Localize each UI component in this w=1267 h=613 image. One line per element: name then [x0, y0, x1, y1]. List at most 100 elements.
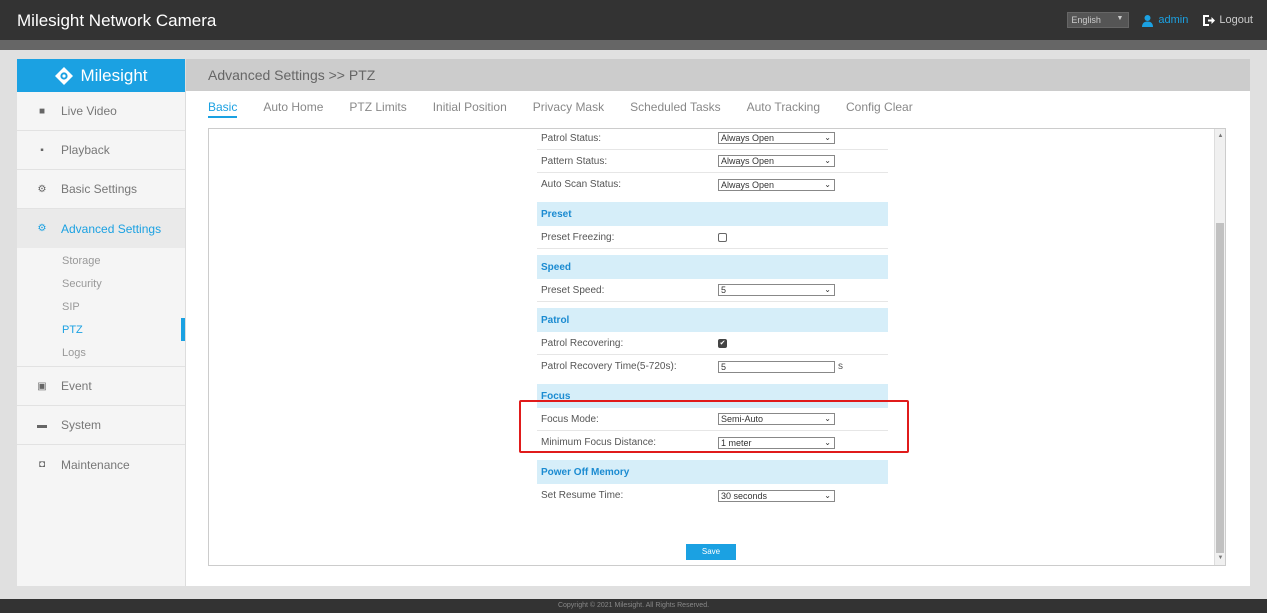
- logout-label: Logout: [1219, 14, 1253, 26]
- preset-freezing-checkbox[interactable]: [718, 232, 727, 242]
- chevron-down-icon: ⌄: [824, 156, 831, 165]
- sidebar-item-basic-settings[interactable]: ⚙ Basic Settings: [17, 170, 185, 209]
- patrol-recovering-checkbox[interactable]: ✔: [718, 338, 727, 348]
- field-label: Preset Freezing:: [541, 231, 615, 243]
- field-label: Focus Mode:: [541, 413, 599, 425]
- user-link[interactable]: admin: [1141, 14, 1188, 27]
- field-label: Patrol Recovering:: [541, 337, 624, 349]
- pattern-status-select[interactable]: Always Open ⌄: [718, 155, 835, 167]
- tab-config-clear[interactable]: Config Clear: [846, 100, 913, 118]
- sidebar-subitem-logs[interactable]: Logs: [17, 341, 185, 364]
- top-sub-bar: [0, 40, 1267, 50]
- focus-mode-select[interactable]: Semi-Auto ⌄: [718, 413, 835, 425]
- minimum-focus-distance-select[interactable]: 1 meter ⌄: [718, 436, 835, 449]
- section-speed: Speed: [537, 255, 888, 279]
- sidebar-item-label: Basic Settings: [61, 182, 138, 196]
- sidebar-item-playback[interactable]: ▪ Playback: [17, 131, 185, 170]
- patrol-status-select[interactable]: Always Open ⌄: [718, 132, 835, 144]
- field-label: Preset Speed:: [541, 284, 605, 296]
- language-value: English: [1071, 15, 1101, 25]
- vertical-scrollbar[interactable]: ▲ ▼: [1214, 129, 1225, 565]
- monitor-icon: ▬: [37, 419, 47, 431]
- logout-icon: [1203, 14, 1216, 26]
- select-value: 30 seconds: [721, 490, 768, 501]
- scroll-up-arrow-icon[interactable]: ▲: [1216, 131, 1225, 141]
- sidebar-item-label: System: [61, 418, 102, 432]
- tab-basic[interactable]: Basic: [208, 100, 238, 118]
- scroll-thumb[interactable]: [1216, 223, 1224, 553]
- tab-initial-position[interactable]: Initial Position: [433, 100, 507, 118]
- select-value: Always Open: [721, 179, 775, 190]
- form-row-patrol-recovery-time: Patrol Recovery Time(5-720s): 5 s: [537, 355, 888, 378]
- save-button[interactable]: Save: [686, 544, 736, 560]
- tab-scheduled-tasks[interactable]: Scheduled Tasks: [630, 100, 721, 118]
- chevron-down-icon: ▼: [1116, 15, 1124, 22]
- sidebar-item-label: Live Video: [61, 104, 117, 118]
- form-row-pattern-status: Pattern Status: Always Open ⌄: [537, 150, 888, 173]
- form-row-preset-freezing: Preset Freezing:: [537, 226, 888, 249]
- preset-speed-select[interactable]: 5 ⌄: [718, 284, 835, 296]
- ptz-basic-form: Patrol Status: Always Open ⌄ Pattern Statu…: [537, 129, 888, 507]
- camera-icon: ◘: [38, 459, 46, 470]
- section-patrol: Patrol: [537, 308, 888, 332]
- logo: Milesight: [17, 59, 185, 92]
- field-label: Patrol Recovery Time(5-720s):: [541, 361, 677, 372]
- event-icon: ▣: [37, 380, 47, 392]
- language-select[interactable]: English ▼: [1067, 12, 1130, 28]
- sidebar-item-label: Event: [61, 379, 92, 393]
- sidebar-item-event[interactable]: ▣ Event: [17, 367, 185, 406]
- sidebar-subitem-sip[interactable]: SIP: [17, 295, 185, 318]
- sidebar-item-label: Advanced Settings: [61, 221, 162, 236]
- form-row-auto-scan-status: Auto Scan Status: Always Open ⌄: [537, 173, 888, 196]
- field-label: Pattern Status:: [541, 155, 608, 167]
- chevron-down-icon: ⌄: [824, 285, 831, 294]
- chevron-down-icon: ⌄: [824, 414, 831, 423]
- section-power-off-memory: Power Off Memory: [537, 460, 888, 484]
- chevron-down-icon: ⌄: [824, 179, 831, 189]
- chevron-down-icon: ⌄: [824, 437, 831, 447]
- select-value: Always Open: [721, 156, 775, 166]
- tab-ptz-limits[interactable]: PTZ Limits: [349, 100, 406, 118]
- sidebar-item-advanced-settings[interactable]: ⚙ Advanced Settings: [17, 209, 185, 248]
- patrol-recovery-time-input[interactable]: 5: [718, 360, 835, 373]
- auto-scan-status-select[interactable]: Always Open ⌄: [718, 178, 835, 191]
- user-name: admin: [1158, 14, 1189, 26]
- select-value: Always Open: [721, 133, 775, 143]
- section-focus: Focus: [537, 384, 888, 408]
- sidebar-item-maintenance[interactable]: ◘ Maintenance: [17, 445, 185, 484]
- field-label: Minimum Focus Distance:: [541, 437, 657, 448]
- main-content: Advanced Settings >> PTZ Basic Auto Home…: [186, 59, 1250, 586]
- sidebar-subitem-ptz[interactable]: PTZ: [17, 318, 185, 341]
- section-preset: Preset: [537, 202, 888, 226]
- gears-icon: ⚙: [37, 223, 47, 234]
- logout-button[interactable]: Logout: [1202, 14, 1253, 27]
- footer: Copyright © 2021 Milesight. All Rights R…: [0, 599, 1267, 613]
- select-value: Semi-Auto: [721, 414, 764, 424]
- tab-privacy-mask[interactable]: Privacy Mask: [533, 100, 604, 118]
- advanced-settings-submenu: Storage Security SIP PTZ Logs: [17, 248, 185, 367]
- milesight-logo-icon: [55, 66, 74, 85]
- form-row-minimum-focus-distance: Minimum Focus Distance: 1 meter ⌄: [537, 431, 888, 454]
- form-row-focus-mode: Focus Mode: Semi-Auto ⌄: [537, 408, 888, 431]
- select-value: 5: [721, 285, 727, 295]
- tab-auto-tracking[interactable]: Auto Tracking: [747, 100, 820, 118]
- sidebar-item-label: Playback: [61, 143, 110, 157]
- user-icon: [1142, 14, 1154, 27]
- sidebar-item-label: Maintenance: [61, 457, 130, 472]
- sidebar: Milesight ■ Live Video ▪ Playback ⚙ Basic S…: [17, 59, 186, 586]
- playback-icon: ▪: [40, 144, 44, 156]
- tab-auto-home[interactable]: Auto Home: [263, 100, 323, 118]
- scroll-down-arrow-icon[interactable]: ▼: [1216, 553, 1225, 563]
- sidebar-subitem-security[interactable]: Security: [17, 272, 185, 295]
- form-row-set-resume-time: Set Resume Time: 30 seconds ⌄: [537, 484, 888, 507]
- sidebar-subitem-storage[interactable]: Storage: [17, 249, 185, 272]
- unit-label: s: [838, 361, 843, 372]
- chevron-down-icon: ⌄: [824, 490, 831, 500]
- app-title: Milesight Network Camera: [17, 11, 217, 30]
- top-right-controls: English ▼ admin Logout: [1067, 12, 1253, 28]
- sidebar-item-live-video[interactable]: ■ Live Video: [17, 92, 185, 131]
- set-resume-time-select[interactable]: 30 seconds ⌄: [718, 489, 835, 502]
- sidebar-item-system[interactable]: ▬ System: [17, 406, 185, 445]
- form-row-preset-speed: Preset Speed: 5 ⌄: [537, 279, 888, 302]
- gear-icon: ⚙: [37, 183, 47, 195]
